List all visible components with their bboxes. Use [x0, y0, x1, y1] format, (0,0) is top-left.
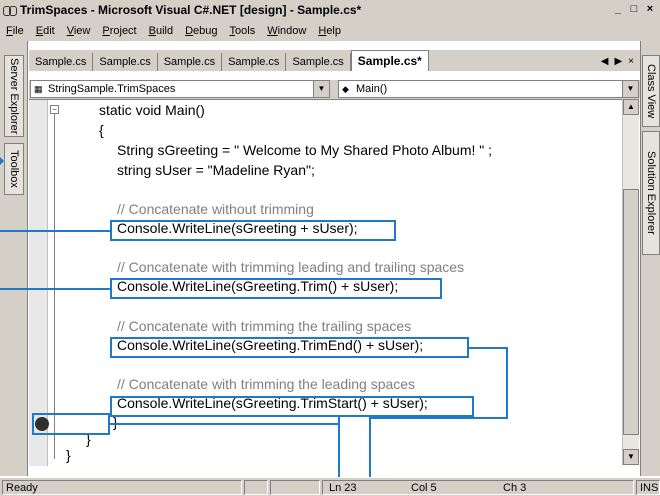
status-line: Ln 23: [329, 482, 357, 494]
member-dropdown[interactable]: ◆ Main() ▼: [338, 80, 639, 98]
vertical-scrollbar[interactable]: ▲ ▼: [622, 99, 639, 465]
maximize-button[interactable]: □: [626, 3, 642, 17]
status-panel: [244, 480, 268, 495]
breakpoint-icon[interactable]: [35, 417, 49, 431]
callout-line: [469, 347, 507, 349]
collapse-icon[interactable]: −: [50, 105, 59, 114]
code-line: string sUser = "Madeline Ryan";: [117, 162, 315, 178]
window-title: TrimSpaces - Microsoft Visual C#.NET [de…: [20, 3, 362, 17]
chevron-down-icon[interactable]: ▼: [622, 81, 638, 97]
status-col: Col 5: [411, 482, 437, 494]
navigation-bar: ▦ StringSample.TrimSpaces ▼ ◆ Main() ▼: [29, 80, 640, 99]
tab-scroll-right-icon[interactable]: ▶: [614, 56, 622, 67]
class-dropdown-value: StringSample.TrimSpaces: [48, 83, 176, 95]
class-icon: ▦: [34, 84, 43, 94]
close-document-icon[interactable]: ×: [628, 56, 634, 67]
class-view-tab[interactable]: Class View: [642, 55, 660, 127]
menu-project[interactable]: Project: [102, 25, 136, 37]
status-bar: Ready Ln 23 Col 5 Ch 3 INS: [0, 477, 660, 496]
left-dock: Server Explorer Toolbox: [0, 41, 28, 476]
code-comment: // Concatenate without trimming: [117, 201, 314, 217]
title-bar: TrimSpaces - Microsoft Visual C#.NET [de…: [0, 0, 660, 20]
close-button[interactable]: ×: [642, 3, 658, 17]
status-panel: [270, 480, 320, 495]
status-text: Ready: [2, 480, 242, 495]
menu-build[interactable]: Build: [149, 25, 173, 37]
code-line: String sGreeting = " Welcome to My Share…: [117, 142, 493, 158]
menu-view[interactable]: View: [67, 25, 91, 37]
code-comment: // Concatenate with trimming the leading…: [117, 376, 416, 392]
doc-tab[interactable]: Sample.cs: [286, 53, 351, 71]
class-dropdown[interactable]: ▦ StringSample.TrimSpaces ▼: [30, 80, 330, 98]
scroll-up-icon[interactable]: ▲: [623, 99, 639, 115]
callout-line: [370, 417, 508, 419]
minimize-button[interactable]: _: [610, 3, 626, 17]
menu-help[interactable]: Help: [318, 25, 341, 37]
highlight-box: [110, 278, 442, 299]
callout-line: [110, 423, 339, 425]
callout-line: [0, 230, 110, 232]
solution-explorer-tab[interactable]: Solution Explorer: [642, 131, 660, 255]
doc-tab[interactable]: Sample.cs: [29, 53, 94, 71]
code-comment: // Concatenate with trimming leading and…: [117, 259, 465, 275]
right-dock: Class View Solution Explorer: [640, 41, 660, 476]
server-explorer-tab[interactable]: Server Explorer: [4, 55, 24, 137]
callout-line: [0, 288, 110, 290]
menu-window[interactable]: Window: [267, 25, 306, 37]
document-tabs: Sample.cs Sample.cs Sample.cs Sample.cs …: [29, 50, 640, 72]
code-comment: // Concatenate with trimming the trailin…: [117, 318, 412, 334]
doc-tab-active[interactable]: Sample.cs*: [350, 50, 429, 71]
highlight-box: [110, 220, 396, 241]
visual-studio-icon: [3, 4, 17, 16]
code-line: {: [99, 122, 104, 138]
menu-file[interactable]: File: [6, 25, 24, 37]
callout-arrow-icon: [0, 157, 4, 165]
chevron-down-icon[interactable]: ▼: [313, 81, 329, 97]
scroll-down-icon[interactable]: ▼: [623, 449, 639, 465]
menu-edit[interactable]: Edit: [36, 25, 55, 37]
highlight-box: [110, 396, 474, 417]
highlight-box: [110, 337, 469, 358]
tab-scroll-left-icon[interactable]: ◀: [601, 56, 609, 67]
outline-line: [54, 114, 55, 459]
indicator-margin[interactable]: [29, 100, 48, 466]
tab-controls: ◀ ▶ ×: [601, 51, 640, 71]
callout-line: [506, 347, 508, 419]
member-dropdown-value: Main(): [356, 83, 388, 95]
doc-tab[interactable]: Sample.cs: [158, 53, 223, 71]
menu-tools[interactable]: Tools: [230, 25, 256, 37]
doc-tab[interactable]: Sample.cs: [93, 53, 158, 71]
scroll-thumb[interactable]: [623, 189, 639, 435]
menu-bar: File Edit View Project Build Debug Tools…: [0, 20, 660, 41]
toolbox-tab[interactable]: Toolbox: [4, 143, 24, 195]
code-closing-brace: }: [66, 447, 71, 463]
code-line: static void Main(): [99, 102, 205, 118]
menu-debug[interactable]: Debug: [185, 25, 217, 37]
method-icon: ◆: [342, 84, 349, 94]
window-controls: _ □ ×: [610, 3, 658, 17]
doc-tab[interactable]: Sample.cs: [222, 53, 287, 71]
status-ch: Ch 3: [503, 482, 527, 494]
status-position: Ln 23 Col 5 Ch 3: [322, 480, 634, 495]
status-ins: INS: [636, 480, 660, 495]
